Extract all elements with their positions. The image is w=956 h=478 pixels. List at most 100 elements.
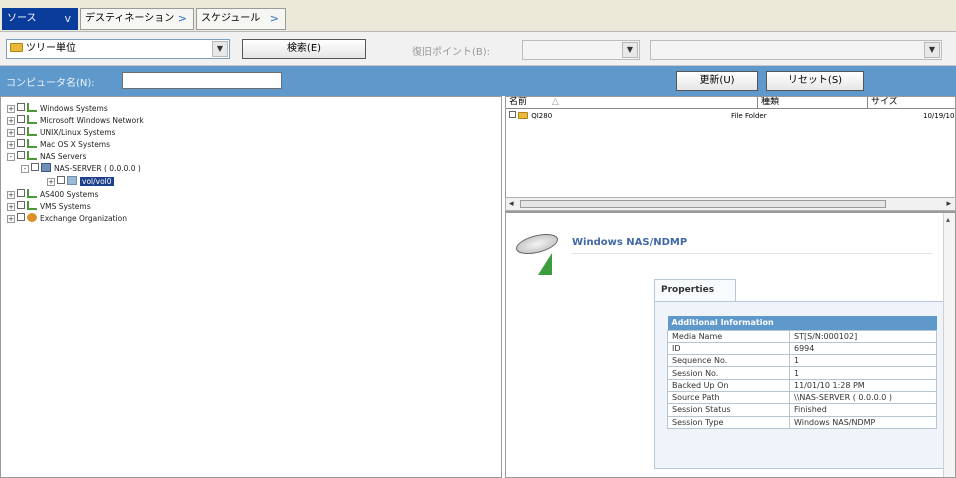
network-icon bbox=[27, 139, 37, 148]
tree-node-microsoft-windows-network[interactable]: + Microsoft Windows Network bbox=[7, 115, 144, 127]
table-row: Session No. 1 bbox=[667, 366, 937, 380]
tab-destination[interactable]: デスティネーション > bbox=[80, 8, 194, 30]
network-icon bbox=[27, 115, 37, 124]
expand-icon[interactable]: + bbox=[47, 178, 55, 186]
property-key: ID bbox=[667, 341, 790, 356]
properties-table-header: Additional Information bbox=[667, 316, 937, 330]
restore-point-select[interactable]: ▼ bbox=[522, 40, 640, 60]
property-key: Sequence No. bbox=[667, 354, 790, 368]
tree-node-label: Windows Systems bbox=[40, 104, 108, 113]
file-list: 名前 △ 種類 サイズ QI280 File Folder 10/19/10 bbox=[505, 96, 956, 212]
row-date: 10/19/10 bbox=[923, 112, 955, 120]
column-name-label: 名前 bbox=[509, 97, 528, 107]
horizontal-scrollbar[interactable]: ◂ ▸ bbox=[505, 197, 956, 211]
column-header-type[interactable]: 種類 bbox=[758, 97, 868, 109]
tree-node-label: vol/vol0 bbox=[80, 177, 114, 186]
row-type: File Folder bbox=[731, 112, 767, 120]
view-mode-value: ツリー単位 bbox=[26, 43, 76, 54]
tree-node-label: Mac OS X Systems bbox=[40, 140, 111, 149]
checkbox[interactable] bbox=[17, 213, 25, 221]
tree-node-windows-systems[interactable]: + Windows Systems bbox=[7, 103, 108, 115]
nas-disk-icon bbox=[516, 229, 564, 275]
table-row: Media Name ST[S/N:000102] bbox=[667, 329, 937, 343]
dropdown-arrow-icon[interactable]: ▼ bbox=[622, 42, 638, 58]
restore-point-label: 復旧ポイント(B): bbox=[412, 47, 491, 58]
reset-button[interactable]: リセット(S) bbox=[766, 71, 864, 91]
table-row[interactable]: QI280 File Folder 10/19/10 bbox=[509, 111, 955, 122]
scrollbar-thumb[interactable] bbox=[520, 200, 886, 208]
scroll-left-icon[interactable]: ◂ bbox=[509, 198, 514, 210]
table-row: Sequence No. 1 bbox=[667, 354, 937, 368]
tab-properties[interactable]: Properties bbox=[654, 279, 736, 301]
expand-icon[interactable]: + bbox=[7, 105, 15, 113]
server-icon bbox=[41, 163, 51, 172]
vertical-scrollbar[interactable]: ▴ bbox=[943, 213, 955, 477]
property-value: Windows NAS/NDMP bbox=[789, 415, 937, 429]
scroll-up-icon[interactable]: ▴ bbox=[946, 215, 950, 224]
dropdown-arrow-icon[interactable]: ▼ bbox=[924, 42, 940, 58]
network-icon bbox=[27, 189, 37, 198]
checkbox[interactable] bbox=[57, 176, 65, 184]
tree-node-nas-servers[interactable]: - NAS Servers bbox=[7, 151, 86, 163]
tree-node-mac-os-x-systems[interactable]: + Mac OS X Systems bbox=[7, 139, 110, 151]
collapse-icon[interactable]: - bbox=[21, 165, 29, 173]
checkbox[interactable] bbox=[17, 115, 25, 123]
tab-source[interactable]: ソース v bbox=[2, 8, 78, 30]
expand-icon[interactable]: + bbox=[7, 191, 15, 199]
checkbox[interactable] bbox=[17, 139, 25, 147]
table-row: ID 6994 bbox=[667, 341, 937, 356]
checkbox[interactable] bbox=[17, 103, 25, 111]
checkbox[interactable] bbox=[17, 127, 25, 135]
divider bbox=[572, 253, 932, 254]
sort-asc-icon: △ bbox=[551, 97, 559, 107]
tree-node-exchange-organization[interactable]: + Exchange Organization bbox=[7, 213, 127, 225]
expand-icon[interactable]: + bbox=[7, 215, 15, 223]
property-key: Session No. bbox=[667, 366, 790, 380]
tree-node-label: NAS Servers bbox=[40, 152, 87, 161]
row-name: QI280 bbox=[531, 112, 553, 120]
tree-node-vms-systems[interactable]: + VMS Systems bbox=[7, 201, 91, 213]
collapse-icon[interactable]: - bbox=[7, 153, 15, 161]
scroll-right-icon[interactable]: ▸ bbox=[946, 198, 951, 210]
expand-icon[interactable]: + bbox=[7, 129, 15, 137]
table-row: Session Status Finished bbox=[667, 403, 937, 417]
tree-node-vol-vol0[interactable]: + vol/vol0 bbox=[47, 176, 114, 188]
expand-icon[interactable]: + bbox=[7, 117, 15, 125]
tree-node-label: NAS-SERVER ( 0.0.0.0 ) bbox=[54, 164, 141, 173]
wizard-tabs: ソース v デスティネーション > スケジュール > bbox=[0, 0, 956, 32]
property-key: Media Name bbox=[667, 329, 790, 343]
exchange-icon bbox=[27, 213, 37, 222]
search-button[interactable]: 検索(E) bbox=[242, 39, 366, 59]
network-icon bbox=[27, 201, 37, 210]
network-icon bbox=[27, 103, 37, 112]
tree-node-label: UNIX/Linux Systems bbox=[40, 128, 116, 137]
tree-node-label: Microsoft Windows Network bbox=[40, 116, 144, 125]
table-row: Session Type Windows NAS/NDMP bbox=[667, 415, 937, 429]
tab-schedule[interactable]: スケジュール > bbox=[196, 8, 286, 30]
refresh-button[interactable]: 更新(U) bbox=[676, 71, 758, 91]
folder-icon bbox=[518, 112, 529, 119]
tree-node-as400-systems[interactable]: + AS400 Systems bbox=[7, 189, 98, 201]
property-value: ST[S/N:000102] bbox=[789, 329, 937, 343]
column-header-size[interactable]: サイズ bbox=[868, 97, 955, 109]
checkbox[interactable] bbox=[509, 111, 516, 118]
details-title: Windows NAS/NDMP bbox=[572, 237, 688, 248]
column-header-name[interactable]: 名前 △ bbox=[506, 97, 758, 109]
tree-node-label: AS400 Systems bbox=[40, 190, 99, 199]
checkbox[interactable] bbox=[31, 163, 39, 171]
checkbox[interactable] bbox=[17, 189, 25, 197]
chevron-down-icon: v bbox=[64, 12, 71, 25]
expand-icon[interactable]: + bbox=[7, 141, 15, 149]
tree-node-nas-server[interactable]: - NAS-SERVER ( 0.0.0.0 ) bbox=[21, 163, 141, 175]
checkbox[interactable] bbox=[17, 201, 25, 209]
tab-source-label: ソース bbox=[7, 13, 37, 24]
computer-name-input[interactable] bbox=[122, 72, 282, 89]
dropdown-arrow-icon[interactable]: ▼ bbox=[212, 41, 228, 57]
chevron-right-icon: > bbox=[177, 12, 187, 25]
tree-node-unix-linux-systems[interactable]: + UNIX/Linux Systems bbox=[7, 127, 115, 139]
restore-point-detail-select[interactable]: ▼ bbox=[650, 40, 942, 60]
checkbox[interactable] bbox=[17, 151, 25, 159]
table-row: Source Path \\NAS-SERVER ( 0.0.0.0 ) bbox=[667, 390, 937, 405]
view-mode-select[interactable]: ツリー単位 ▼ bbox=[6, 39, 230, 59]
expand-icon[interactable]: + bbox=[7, 203, 15, 211]
